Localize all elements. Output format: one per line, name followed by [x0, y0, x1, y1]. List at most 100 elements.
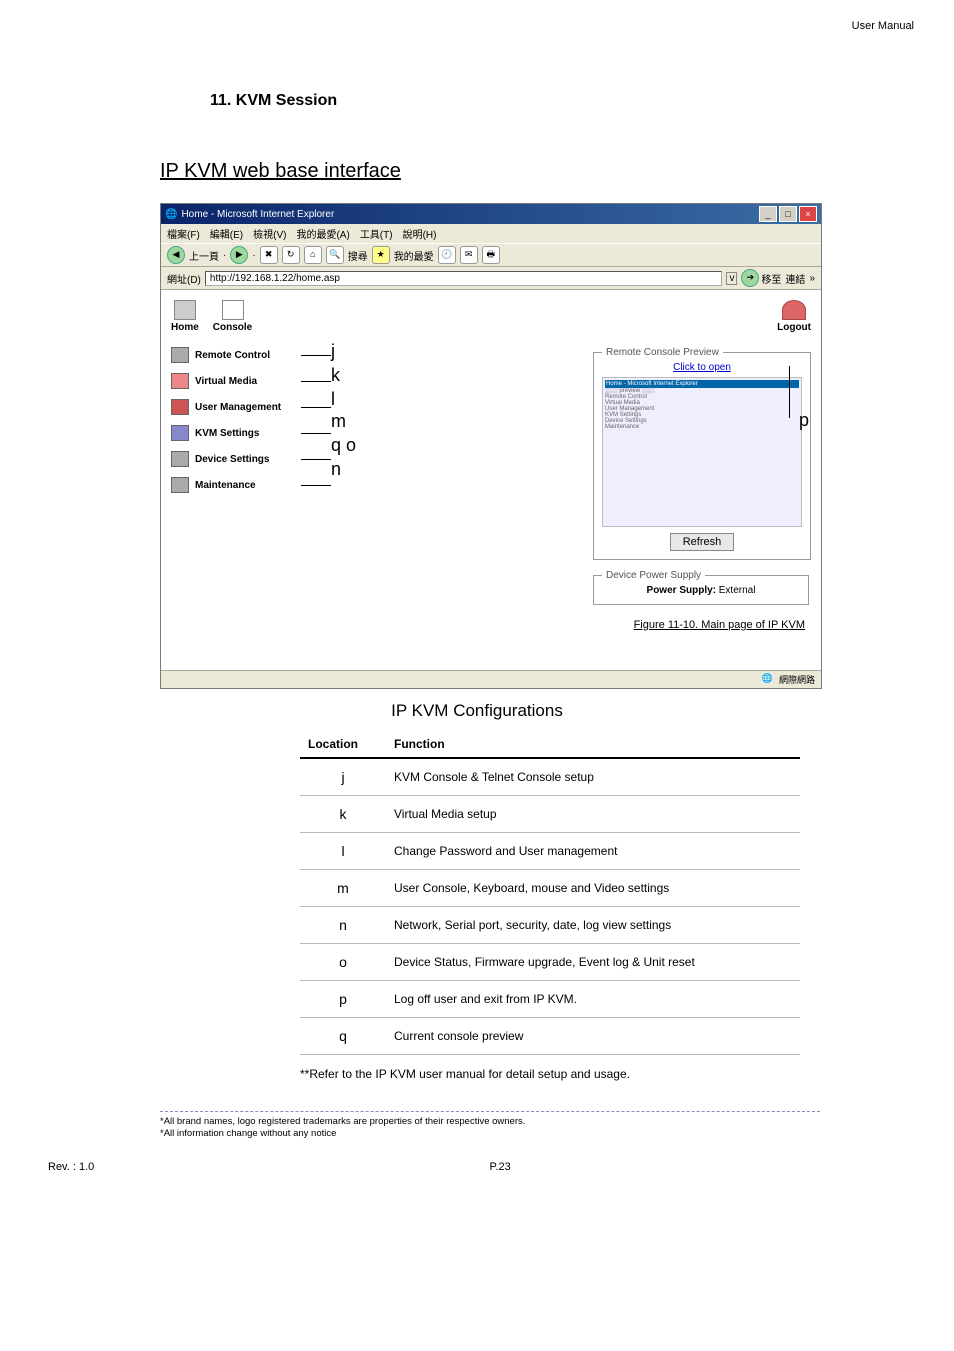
device-power-supply-group: Device Power Supply Power Supply: Extern… [593, 570, 809, 605]
callout-q: q o [331, 435, 356, 456]
address-bar: 網址(D) http://192.168.1.22/home.asp v ➔移至… [161, 267, 821, 290]
callout-line [301, 459, 331, 460]
table-row: oDevice Status, Firmware upgrade, Event … [300, 944, 800, 981]
callout-column: j k l m q o n [331, 347, 371, 615]
cell-func: Current console preview [386, 1018, 800, 1055]
home-nav[interactable]: Home [171, 300, 199, 333]
cell-loc: n [300, 907, 386, 944]
nav-vmedia-label: Virtual Media [195, 376, 257, 387]
callout-line [301, 485, 331, 486]
search-label[interactable]: 搜尋 [348, 248, 368, 263]
menu-file[interactable]: 檔案(F) [167, 226, 200, 241]
favorites-icon[interactable]: ★ [372, 246, 390, 264]
links-chevron-icon[interactable]: » [809, 273, 815, 284]
callout-line [301, 433, 331, 434]
refresh-button[interactable]: Refresh [670, 533, 735, 551]
revision-label: Rev. : 1.0 [48, 1161, 94, 1173]
maximize-button[interactable]: □ [779, 206, 797, 222]
table-row: pLog off user and exit from IP KVM. [300, 981, 800, 1018]
footnote: **Refer to the IP KVM user manual for de… [300, 1067, 914, 1081]
nav-device-settings[interactable]: Device Settings [171, 451, 301, 467]
power-value: External [719, 585, 756, 596]
back-label[interactable]: 上一頁 [189, 248, 219, 263]
browser-window: 🌐 Home - Microsoft Internet Explorer _ □… [160, 203, 822, 689]
nav-usermgmt-label: User Management [195, 402, 281, 413]
col-location: Location [300, 731, 386, 758]
callout-k: k [331, 365, 340, 386]
cell-func: Change Password and User management [386, 833, 800, 870]
logout-nav[interactable]: Logout [777, 300, 811, 333]
links-label[interactable]: 連結 [785, 271, 805, 286]
cell-func: Log off user and exit from IP KVM. [386, 981, 800, 1018]
menu-edit[interactable]: 編輯(E) [210, 226, 243, 241]
virtual-media-icon [171, 373, 189, 389]
nav-devset-label: Device Settings [195, 454, 269, 465]
nav-kvm-settings[interactable]: KVM Settings [171, 425, 301, 441]
legal-text-2: *All information change without any noti… [160, 1128, 914, 1140]
nav-remote-control[interactable]: Remote Control [171, 347, 301, 363]
search-icon[interactable]: 🔍 [326, 246, 344, 264]
url-input[interactable]: http://192.168.1.22/home.asp [205, 271, 723, 286]
stop-icon[interactable]: ✖ [260, 246, 278, 264]
table-row: qCurrent console preview [300, 1018, 800, 1055]
home-icon[interactable]: ⌂ [304, 246, 322, 264]
kvm-settings-icon [171, 425, 189, 441]
logout-icon [782, 300, 806, 320]
cell-func: Device Status, Firmware upgrade, Event l… [386, 944, 800, 981]
menu-favorites[interactable]: 我的最愛(A) [296, 226, 349, 241]
console-nav[interactable]: Console [213, 300, 252, 333]
config-table: Location Function jKVM Console & Telnet … [300, 731, 800, 1055]
callout-line [301, 355, 331, 356]
remote-console-preview-group: Remote Console Preview Click to open Hom… [593, 347, 811, 560]
cell-loc: m [300, 870, 386, 907]
power-label: Power Supply: [647, 585, 716, 596]
callout-line-p [789, 366, 791, 418]
back-icon[interactable]: ◀ [167, 246, 185, 264]
click-to-open-link[interactable]: Click to open [602, 362, 802, 373]
callout-p: p [799, 410, 809, 431]
mail-icon[interactable]: ✉ [460, 246, 478, 264]
menu-view[interactable]: 檢視(V) [253, 226, 286, 241]
nav-user-management[interactable]: User Management [171, 399, 301, 415]
callout-m: m [331, 411, 346, 432]
dashed-separator [160, 1111, 820, 1112]
page-number: P.23 [490, 1161, 511, 1173]
figure-caption: Figure 11-10. Main page of IP KVM [171, 619, 811, 631]
cell-loc: q [300, 1018, 386, 1055]
browser-menubar: 檔案(F) 編輯(E) 檢視(V) 我的最愛(A) 工具(T) 說明(H) [161, 224, 821, 243]
nav-virtual-media[interactable]: Virtual Media [171, 373, 301, 389]
history-icon[interactable]: 🕘 [438, 246, 456, 264]
callout-line [301, 381, 331, 382]
nav-maintenance[interactable]: Maintenance [171, 477, 301, 493]
url-dropdown-icon[interactable]: v [726, 272, 737, 285]
legal-text-1: *All brand names, logo registered tradem… [160, 1116, 914, 1128]
console-preview-thumbnail[interactable]: Home - Microsoft Internet Explorer ░░░ p… [602, 377, 802, 527]
callout-l: l [331, 389, 335, 410]
cell-loc: k [300, 796, 386, 833]
home-icon [174, 300, 196, 320]
table-row: kVirtual Media setup [300, 796, 800, 833]
menu-tools[interactable]: 工具(T) [360, 226, 393, 241]
user-management-icon [171, 399, 189, 415]
favorites-label[interactable]: 我的最愛 [394, 248, 434, 263]
close-button[interactable]: × [799, 206, 817, 222]
cell-func: Network, Serial port, security, date, lo… [386, 907, 800, 944]
table-row: jKVM Console & Telnet Console setup [300, 758, 800, 796]
go-button[interactable]: ➔移至 [741, 269, 781, 287]
page-content: Home Console Logout p Remote Control [161, 290, 821, 670]
forward-icon[interactable]: ▶ [230, 246, 248, 264]
nav-maint-label: Maintenance [195, 480, 256, 491]
preview-panel: Remote Console Preview Click to open Hom… [591, 347, 811, 615]
minimize-button[interactable]: _ [759, 206, 777, 222]
refresh-icon[interactable]: ↻ [282, 246, 300, 264]
maintenance-icon [171, 477, 189, 493]
home-label: Home [171, 322, 199, 333]
table-row: nNetwork, Serial port, security, date, l… [300, 907, 800, 944]
address-label: 網址(D) [167, 271, 201, 286]
cell-func: KVM Console & Telnet Console setup [386, 758, 800, 796]
print-icon[interactable]: 🖶 [482, 246, 500, 264]
table-row: mUser Console, Keyboard, mouse and Video… [300, 870, 800, 907]
menu-help[interactable]: 說明(H) [403, 226, 437, 241]
cell-loc: l [300, 833, 386, 870]
ie-icon: 🌐 [165, 209, 177, 220]
